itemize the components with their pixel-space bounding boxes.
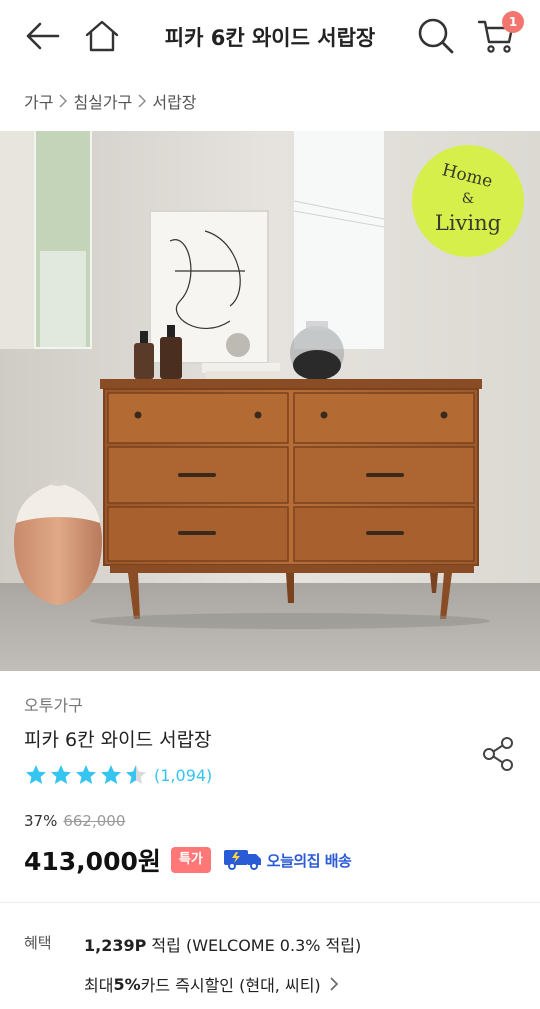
points-benefit: 1,239P 적립 (WELCOME 0.3% 적립) xyxy=(84,932,361,956)
price-discount-row: 37% 662,000 xyxy=(24,812,125,830)
review-count[interactable]: (1,094) xyxy=(154,766,212,785)
discount-rate: 37% xyxy=(24,812,58,830)
half-star-icon xyxy=(126,765,146,784)
card-prefix: 최대 xyxy=(84,976,114,995)
product-image[interactable]: Home & Living xyxy=(0,131,540,671)
page-title: 피카 6칸 와이드 서랍장 xyxy=(164,26,376,50)
breadcrumb-item-drawers[interactable]: 서랍장 xyxy=(152,89,196,113)
breadcrumb: 가구 침실가구 서랍장 xyxy=(24,88,197,114)
svg-text:Living: Living xyxy=(435,211,501,235)
breadcrumb-item-furniture[interactable]: 가구 xyxy=(24,89,53,113)
chevron-right-icon[interactable] xyxy=(329,976,339,992)
section-divider xyxy=(0,902,540,903)
card-discount-benefit[interactable]: 최대 5% 카드 즉시할인 (현대, 씨티) xyxy=(84,972,339,996)
star-icon xyxy=(101,765,121,784)
benefit-label: 혜택 xyxy=(24,934,52,952)
share-icon[interactable] xyxy=(478,734,518,774)
chevron-right-icon xyxy=(57,94,69,108)
truck-icon xyxy=(223,846,263,874)
search-icon[interactable] xyxy=(414,14,458,58)
breadcrumb-item-bedroom[interactable]: 침실가구 xyxy=(73,89,132,113)
delivery-badge: 오늘의집 배송 xyxy=(223,846,352,874)
top-app-bar: 피카 6칸 와이드 서랍장 1 xyxy=(0,0,540,74)
card-rate: 5% xyxy=(113,974,141,994)
deal-badge: 특가 xyxy=(170,847,211,873)
star-rating xyxy=(24,763,148,787)
chevron-right-icon xyxy=(136,94,148,108)
back-arrow-icon[interactable] xyxy=(20,14,64,58)
brand-name[interactable]: 오투가구 xyxy=(24,692,83,716)
product-name: 피카 6칸 와이드 서랍장 xyxy=(24,729,212,751)
star-icon xyxy=(76,765,96,784)
delivery-label: 오늘의집 배송 xyxy=(266,851,352,870)
original-price: 662,000 xyxy=(63,812,126,830)
points-text: 적립 (WELCOME 0.3% 적립) xyxy=(146,936,362,955)
home-icon[interactable] xyxy=(80,14,124,58)
svg-text:&: & xyxy=(462,191,474,207)
product-rating[interactable]: (1,094) xyxy=(24,763,212,787)
price-row: 413,000원 특가 오늘의집 배송 xyxy=(24,842,352,878)
sale-price: 413,000원 xyxy=(24,847,161,876)
points-amount: 1,239P xyxy=(84,936,147,955)
star-icon xyxy=(26,765,46,784)
cart-count-badge: 1 xyxy=(502,11,524,33)
card-text: 카드 즉시할인 (현대, 씨티) xyxy=(140,976,321,995)
star-icon xyxy=(51,765,71,784)
